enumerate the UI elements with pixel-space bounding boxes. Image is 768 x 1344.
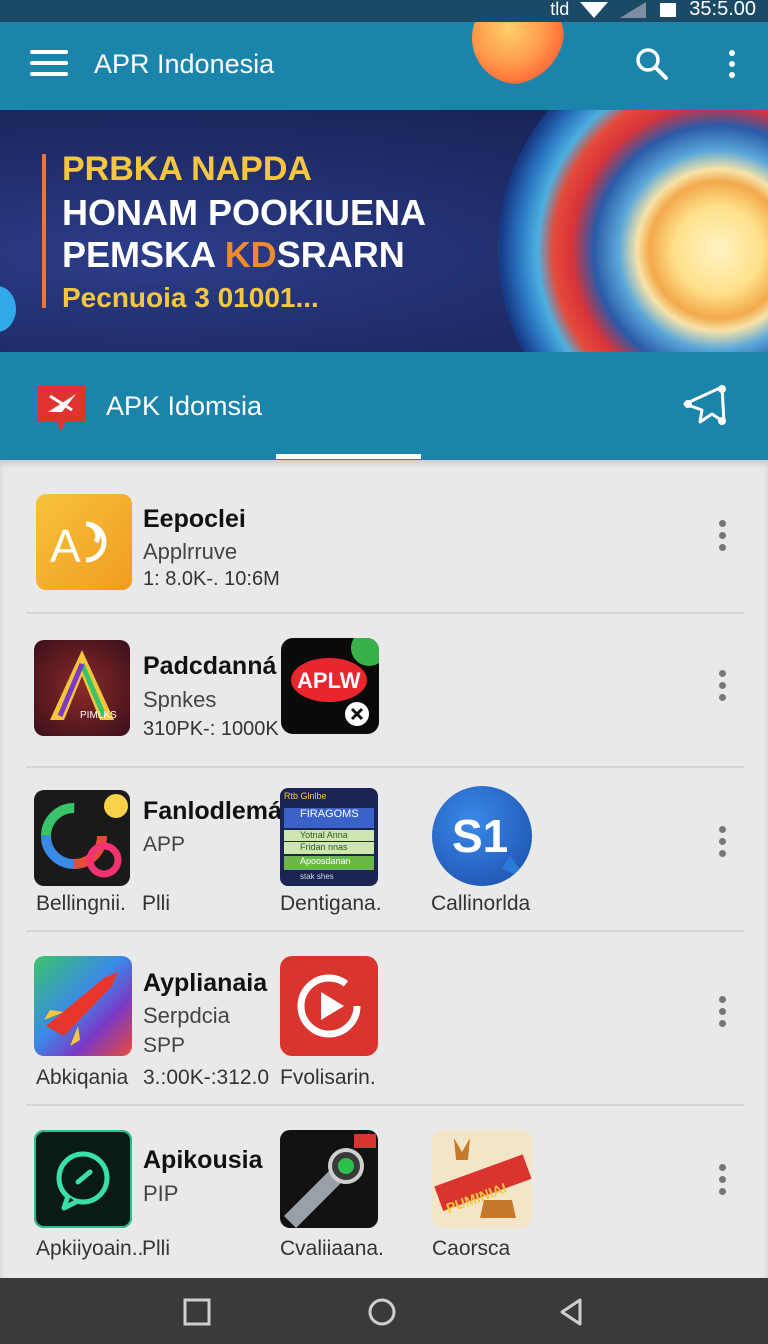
square-icon[interactable] xyxy=(181,1296,213,1328)
app-category: Spnkes xyxy=(143,687,217,712)
app-toolbar: APR Indonesia xyxy=(0,22,768,110)
app-line: SPP xyxy=(143,1034,186,1057)
list-item[interactable]: A Eepoclei Applrruve 1: 8.0K-. 10:6M xyxy=(0,460,768,612)
app-stats: 1: 8.0K-. 10:6M xyxy=(143,568,280,590)
app-icon-caption: Apkiiyoain.. xyxy=(36,1237,144,1260)
app-name: Apikousia xyxy=(143,1146,263,1174)
puzzle-game-icon[interactable]: PUMINIAI xyxy=(432,1130,532,1228)
extra-caption: Cvaliiaana. xyxy=(280,1237,384,1260)
mini-list-row: Yotnal Anna xyxy=(284,830,374,841)
status-bar: tld 35:5.00 xyxy=(0,0,768,22)
mini-list-icon[interactable]: Rtb Glnlbe FIRAGOMS Yotnal Anna Fridan n… xyxy=(280,788,378,886)
app-price: Plli xyxy=(142,1237,171,1260)
more-vert-icon[interactable] xyxy=(722,50,742,82)
app-name: Fanlodlemá xyxy=(143,797,282,825)
triangle-back-icon[interactable] xyxy=(556,1296,588,1328)
app-category: PIP xyxy=(143,1181,179,1206)
banner-rings-graphic xyxy=(498,110,768,352)
app-name: Ayplianaia xyxy=(143,969,268,997)
battery-icon xyxy=(660,2,677,17)
banner-line-3-a: PEMSKA xyxy=(62,234,225,275)
banner-line-3-highlight: KD xyxy=(224,234,277,275)
extra-caption: Dentigana. xyxy=(280,892,382,915)
app-name: Padcdanná xyxy=(143,652,277,680)
banner-line-3: PEMSKA KDSRARN xyxy=(62,234,405,276)
system-nav-bar xyxy=(0,1278,768,1344)
list-item[interactable]: PIMLKS Padcdanná APLW Spnkes 310PK-: 100… xyxy=(0,614,768,766)
wifi-icon xyxy=(580,1,609,18)
app-icon xyxy=(34,790,130,886)
hamburger-icon[interactable] xyxy=(30,50,68,80)
carrier-text: tld xyxy=(550,0,570,19)
app-name: Eepoclei xyxy=(143,505,246,533)
app-stats: 310PK-: 1000K xyxy=(143,718,279,740)
extra-caption: Caorsca xyxy=(432,1237,511,1260)
promo-banner[interactable]: PRBKA NAPDA HONAM POOKIUENA PEMSKA KDSRA… xyxy=(0,110,768,352)
mini-list-row: stak shes xyxy=(284,872,374,883)
video-player-icon[interactable] xyxy=(280,956,378,1056)
item-more-icon[interactable] xyxy=(716,520,728,554)
clock: 35:5.00 xyxy=(689,0,756,20)
extra-caption: Callinorlda xyxy=(431,892,531,915)
flashlight-icon[interactable] xyxy=(280,1130,378,1228)
app-icon: A xyxy=(36,494,132,590)
banner-line-4: Pecnuoia 3 01001... xyxy=(62,282,319,313)
mini-list-row: Rtb Glnlbe xyxy=(284,791,374,806)
list-item[interactable]: Fanlodlemá APP Bellingnii. Plli Rtb Glnl… xyxy=(0,768,768,930)
app-title: APR Indonesia xyxy=(94,49,275,79)
s1-icon-text: S1 xyxy=(452,810,508,862)
apk-logo-icon xyxy=(38,386,86,432)
app-icon xyxy=(34,1130,132,1228)
banner-line-2: HONAM POOKIUENA xyxy=(62,192,427,233)
signal-icon xyxy=(620,1,647,18)
tab-indicator xyxy=(276,454,421,459)
app-category: Applrruve xyxy=(143,539,238,564)
svg-text:A: A xyxy=(50,520,81,572)
section-title: APK Idomsia xyxy=(106,391,263,421)
decorative-orb xyxy=(472,22,564,84)
banner-line-1: PRBKA NAPDA xyxy=(62,150,312,188)
app-stats: 3.:00K-:312.0 xyxy=(143,1066,270,1089)
app-icon: PIMLKS xyxy=(34,640,130,736)
app-category: APP xyxy=(143,833,186,856)
app-icon-caption: Bellingnii. xyxy=(36,892,126,915)
mini-list-row: FIRAGOMS xyxy=(284,808,374,828)
app-category: Serpdcia xyxy=(143,1003,230,1028)
item-more-icon[interactable] xyxy=(716,1164,728,1198)
app-icon xyxy=(34,956,132,1056)
mini-list-row: Fridan nnas xyxy=(284,842,374,854)
item-more-icon[interactable] xyxy=(716,996,728,1030)
app-icon-text: PIMLKS xyxy=(80,710,117,721)
app-list: A Eepoclei Applrruve 1: 8.0K-. 10:6M PIM… xyxy=(0,460,768,1278)
search-icon[interactable] xyxy=(634,46,670,82)
share-icon[interactable] xyxy=(682,384,728,426)
banner-edge-button[interactable] xyxy=(0,286,16,332)
section-header: APK Idomsia xyxy=(0,352,768,460)
s1-icon[interactable]: S1 xyxy=(432,786,532,886)
item-more-icon[interactable] xyxy=(716,826,728,860)
app-price: Plli xyxy=(142,892,171,915)
list-item[interactable]: Ayplianaia Serpdcia SPP Abkiqania 3.:00K… xyxy=(0,932,768,1104)
mini-list-row: Apoosdanan xyxy=(284,856,374,870)
app-icon-caption: Abkiqania xyxy=(36,1066,129,1089)
apk-mirror-icon[interactable]: APLW xyxy=(281,638,379,734)
banner-line-3-b: SRARN xyxy=(276,234,405,275)
circle-icon[interactable] xyxy=(366,1296,398,1328)
item-more-icon[interactable] xyxy=(716,670,728,704)
banner-accent-bar xyxy=(42,154,46,308)
extra-icon-text: APLW xyxy=(297,668,361,693)
extra-caption: Fvolisarin. xyxy=(280,1066,376,1089)
list-item[interactable]: Apikousia PIP Apkiiyoain.. Plli Cvaliiaa… xyxy=(0,1106,768,1278)
